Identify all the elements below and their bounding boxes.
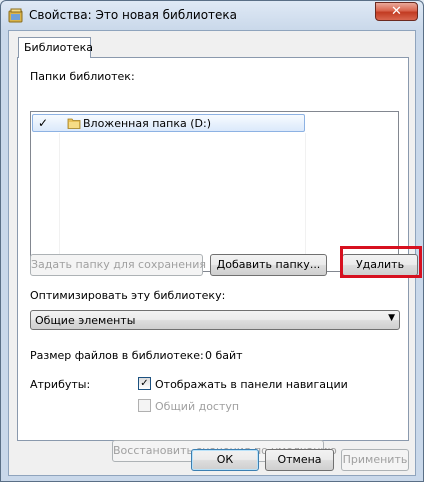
add-folder-label: Добавить папку... [216, 258, 321, 271]
dialog-client-area: Библиотека Папки библиотек: ✓ Вложенная … [8, 30, 422, 476]
properties-window: Свойства: Это новая библиотека ✕ Библиот… [0, 0, 424, 482]
highlight-frame [340, 246, 422, 278]
shared-checkbox[interactable] [138, 399, 151, 412]
ok-button[interactable]: ОК [191, 449, 259, 471]
library-icon [8, 8, 23, 23]
library-tab-panel: Папки библиотек: ✓ Вложенная папка (D:) … [17, 57, 422, 462]
show-in-nav-checkbox[interactable]: ✓ [138, 377, 151, 390]
apply-button[interactable]: Применить [341, 449, 409, 471]
folder-icon [67, 118, 81, 129]
folder-name: Вложенная папка (D:) [83, 117, 211, 130]
tab-library[interactable]: Библиотека [18, 37, 93, 58]
library-size-label: Размер файлов в библиотеке: [30, 349, 204, 362]
list-item[interactable]: ✓ Вложенная папка (D:) [32, 114, 305, 132]
chevron-down-icon: ▼ [388, 313, 395, 323]
attributes-label: Атрибуты: [30, 378, 91, 391]
set-save-folder-button[interactable]: Задать папку для сохранения [30, 254, 206, 276]
window-title: Свойства: Это новая библиотека [29, 8, 238, 22]
optimize-label: Оптимизировать эту библиотеку: [30, 289, 226, 302]
close-button[interactable]: ✕ [375, 2, 418, 21]
library-folders-label: Папки библиотек: [30, 70, 135, 83]
column-divider [305, 133, 306, 271]
show-in-nav-label: Отображать в панели навигации [155, 378, 348, 391]
shared-label: Общий доступ [155, 400, 240, 413]
library-size-value: 0 байт [205, 349, 243, 362]
checkmark-icon: ✓ [38, 116, 49, 130]
cancel-button[interactable]: Отмена [265, 449, 334, 471]
optimize-dropdown[interactable]: Общие элементы ▼ [30, 310, 400, 330]
add-folder-button[interactable]: Добавить папку... [210, 254, 327, 276]
column-divider [59, 133, 60, 271]
title-bar[interactable]: Свойства: Это новая библиотека ✕ [1, 1, 423, 31]
optimize-value: Общие элементы [35, 314, 136, 327]
